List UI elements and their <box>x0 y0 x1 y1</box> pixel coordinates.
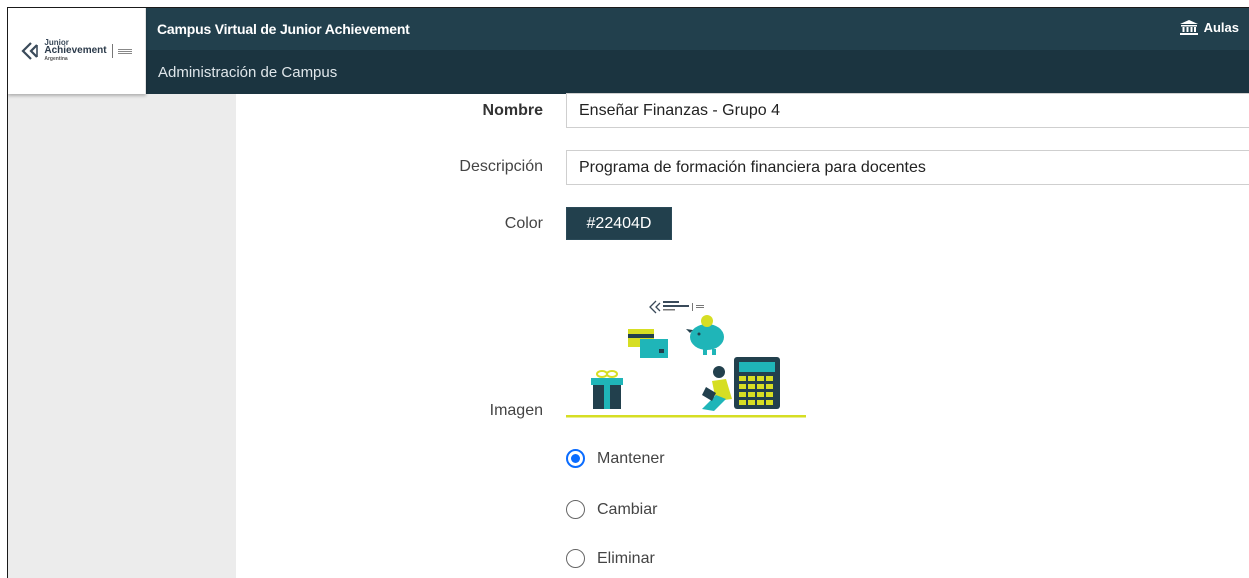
preview-ja-logo-icon <box>649 300 704 314</box>
radio-cambiar-circle[interactable] <box>566 500 585 519</box>
logo-divider <box>111 44 113 58</box>
radio-eliminar-label: Eliminar <box>597 549 655 567</box>
radio-eliminar-circle[interactable] <box>566 549 585 568</box>
nombre-label: Nombre <box>482 102 543 119</box>
campus-image-preview <box>566 295 806 423</box>
top-bar: Campus Virtual de Junior Achievement <box>146 8 1249 50</box>
logo-line-achievement: Achievement <box>44 45 107 56</box>
finance-illustration <box>566 300 806 418</box>
radio-mantener[interactable]: Mantener <box>566 449 665 468</box>
logo-tagline-lines <box>117 48 132 54</box>
aulas-link[interactable]: Aulas <box>1179 20 1239 35</box>
campus-form: Nombre Descripción Color #22404D Imagen <box>236 93 1249 578</box>
ja-logo-mark-icon <box>21 42 39 60</box>
page-subtitle: Administración de Campus <box>158 63 338 81</box>
ja-logo: Junior Achievement Argentina <box>21 39 132 63</box>
building-columns-icon <box>1179 20 1198 35</box>
app-window: Junior Achievement Argentina Campus Virt… <box>7 7 1249 578</box>
color-label: Color <box>504 215 543 232</box>
calculator-icon <box>734 357 780 409</box>
person-laptop-icon <box>702 366 732 411</box>
aulas-label: Aulas <box>1203 20 1239 35</box>
gift-box-icon <box>591 370 623 409</box>
radio-cambiar-label: Cambiar <box>597 500 658 518</box>
nombre-input[interactable] <box>566 93 1249 128</box>
piggy-bank-icon <box>686 315 724 355</box>
imagen-label: Imagen <box>489 402 543 419</box>
sub-header-bar: Administración de Campus <box>146 50 1249 94</box>
left-sidebar <box>8 94 236 578</box>
color-picker-button[interactable]: #22404D <box>566 207 672 240</box>
radio-eliminar[interactable]: Eliminar <box>566 549 655 568</box>
descripcion-input[interactable] <box>566 150 1249 185</box>
radio-cambiar[interactable]: Cambiar <box>566 500 657 519</box>
radio-mantener-circle[interactable] <box>566 449 585 468</box>
credit-cards-icon <box>628 329 668 358</box>
baseline-underline <box>566 415 806 418</box>
logo-line-argentina: Argentina <box>44 56 68 62</box>
header-logo[interactable]: Junior Achievement Argentina <box>8 8 146 94</box>
radio-mantener-label: Mantener <box>597 449 665 467</box>
app-title[interactable]: Campus Virtual de Junior Achievement <box>146 21 410 37</box>
descripcion-label: Descripción <box>459 158 543 175</box>
